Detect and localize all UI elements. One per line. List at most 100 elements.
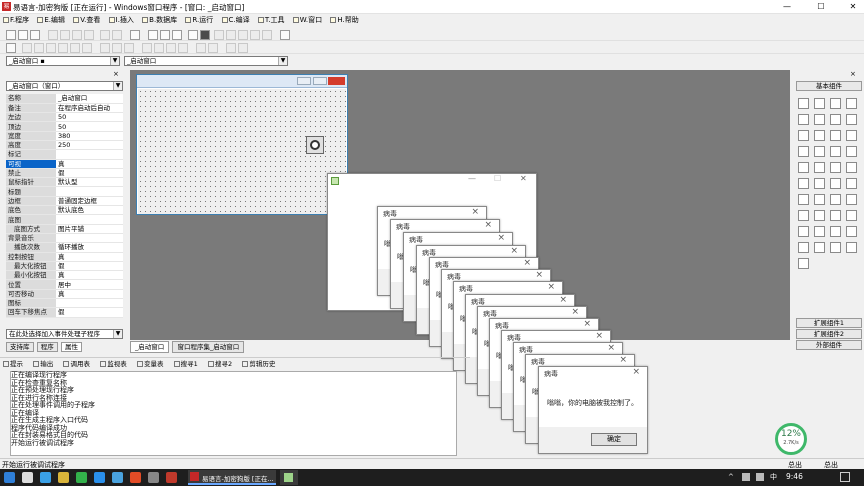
play-icon[interactable] — [188, 30, 198, 40]
align-bottom-icon[interactable] — [82, 43, 92, 53]
property-row[interactable]: 播放次数 循环播放 — [6, 242, 123, 253]
paste-icon[interactable] — [72, 30, 82, 40]
property-row[interactable]: 宽度 380 — [6, 131, 123, 142]
tab-hint[interactable]: 提示 — [0, 358, 26, 370]
close-icon[interactable]: × — [535, 270, 543, 280]
menu-run[interactable]: R.运行 — [182, 14, 216, 27]
hyperlink-icon[interactable] — [814, 194, 825, 205]
save-file-icon[interactable] — [30, 30, 40, 40]
menu-program[interactable]: F.程序 — [0, 14, 32, 27]
tab-program[interactable]: 程序 — [36, 342, 58, 352]
spin-icon[interactable] — [830, 162, 841, 173]
network-icon[interactable] — [798, 226, 809, 237]
space-h-icon[interactable] — [142, 43, 152, 53]
maximize-button[interactable]: ☐ — [810, 0, 832, 14]
tab-window-assembly[interactable]: 窗口程序集_启动窗口 — [172, 341, 245, 353]
same-size-icon[interactable] — [124, 43, 134, 53]
list-box-icon[interactable] — [846, 130, 857, 141]
slider-icon[interactable] — [798, 162, 809, 173]
property-row[interactable]: 边框 普通固定边框 — [6, 196, 123, 207]
explorer-icon[interactable] — [58, 472, 69, 483]
calendar-icon[interactable] — [846, 194, 857, 205]
property-row[interactable]: 图标 — [6, 298, 123, 309]
checkbox-icon[interactable] — [798, 130, 809, 141]
browser-icon[interactable] — [40, 472, 51, 483]
close-icon[interactable]: × — [632, 367, 640, 377]
close-icon[interactable]: × — [523, 258, 531, 268]
basic-components-header[interactable]: 基本组件 — [796, 81, 862, 91]
scroll-bar-icon[interactable] — [830, 146, 841, 157]
close-icon[interactable]: × — [484, 220, 492, 230]
external-components[interactable]: 外部组件 — [796, 340, 862, 350]
close-icon[interactable]: × — [471, 207, 479, 217]
flag-icon[interactable] — [280, 30, 290, 40]
tray-icon[interactable] — [798, 242, 809, 253]
layout3-icon[interactable] — [172, 30, 182, 40]
property-row[interactable]: 位置 居中 — [6, 279, 123, 290]
menu-insert[interactable]: I.插入 — [106, 14, 137, 27]
chart-icon[interactable] — [846, 210, 857, 221]
align-right-icon[interactable] — [46, 43, 56, 53]
radio-button-icon[interactable] — [814, 130, 825, 141]
ok-button[interactable]: 确定 — [591, 433, 637, 446]
close-icon[interactable]: × — [595, 331, 603, 341]
center-h-icon[interactable] — [166, 43, 176, 53]
label-icon[interactable] — [814, 98, 825, 109]
panel-close-icon[interactable]: × — [113, 70, 119, 78]
music-icon[interactable] — [830, 194, 841, 205]
property-row-selected[interactable]: 可视真 — [6, 159, 123, 169]
tab-startup-window[interactable]: _启动窗口 — [130, 341, 170, 353]
printer-icon[interactable] — [814, 210, 825, 221]
align-center-icon[interactable] — [34, 43, 44, 53]
close-icon[interactable]: × — [583, 319, 591, 329]
property-row[interactable]: 鼠标指针 默认型 — [6, 177, 123, 188]
property-row[interactable]: 底色 默认底色 — [6, 205, 123, 216]
send-back-icon[interactable] — [208, 43, 218, 53]
search-icon[interactable] — [22, 472, 33, 483]
close-icon[interactable]: × — [497, 233, 505, 243]
qq-icon[interactable] — [94, 472, 105, 483]
lock-icon[interactable] — [226, 43, 236, 53]
status-bar-icon[interactable] — [798, 178, 809, 189]
tab-properties[interactable]: 属性 — [60, 342, 82, 352]
server-icon[interactable] — [814, 226, 825, 237]
file-box-icon[interactable] — [846, 178, 857, 189]
client-icon[interactable] — [830, 226, 841, 237]
tab-variables[interactable]: 变量表 — [134, 358, 167, 370]
taskbar-virus-button[interactable] — [280, 470, 298, 485]
property-row[interactable]: 背景音乐 — [6, 233, 123, 244]
grid-box-icon[interactable] — [798, 146, 809, 157]
tab-output[interactable]: 输出 — [30, 358, 56, 370]
property-row[interactable]: 最大化按钮假 — [6, 261, 123, 272]
menu-window[interactable]: W.窗口 — [290, 14, 325, 27]
taskbar-app-button[interactable]: 易语言-加密狗版 [正在... — [188, 470, 276, 485]
property-row[interactable]: 标记 — [6, 149, 123, 160]
tab-order-icon[interactable] — [238, 43, 248, 53]
step-over-icon[interactable] — [226, 30, 236, 40]
image-chart-icon[interactable] — [830, 242, 841, 253]
stop-icon[interactable] — [200, 30, 210, 40]
close-icon[interactable]: × — [547, 282, 555, 292]
port-icon[interactable] — [846, 226, 857, 237]
folder-icon[interactable] — [830, 178, 841, 189]
close-icon[interactable]: × — [619, 355, 627, 365]
window-close-button[interactable]: ✕ — [520, 174, 527, 183]
property-row[interactable]: 底图方式 图片平铺 — [6, 224, 123, 234]
extension-components-2[interactable]: 扩展组件2 — [796, 329, 862, 339]
output-log[interactable]: 正在编译现行程序 正在检查重复名称 正在预处理现行程序 正在进行名称连接 正在处… — [10, 371, 457, 456]
toolbar-icon[interactable] — [814, 178, 825, 189]
property-row[interactable]: 可否移动真 — [6, 289, 123, 300]
property-row[interactable]: 左边 50 — [6, 112, 123, 123]
new-file-icon[interactable] — [6, 30, 16, 40]
bring-front-icon[interactable] — [196, 43, 206, 53]
property-row[interactable]: 标题 — [6, 186, 123, 197]
shape-icon[interactable] — [846, 98, 857, 109]
tab-search2[interactable]: 搜寻2 — [205, 358, 235, 370]
undo-icon[interactable] — [100, 30, 110, 40]
event-selector[interactable]: 在此处选择加入事件处理子程序 ▼ — [6, 329, 123, 339]
property-row[interactable]: 顶边 50 — [6, 121, 123, 132]
database-provider-icon[interactable] — [798, 258, 809, 269]
align-top-icon[interactable] — [58, 43, 68, 53]
property-row[interactable]: 控制按钮真 — [6, 252, 123, 262]
text-icon[interactable] — [830, 114, 841, 125]
